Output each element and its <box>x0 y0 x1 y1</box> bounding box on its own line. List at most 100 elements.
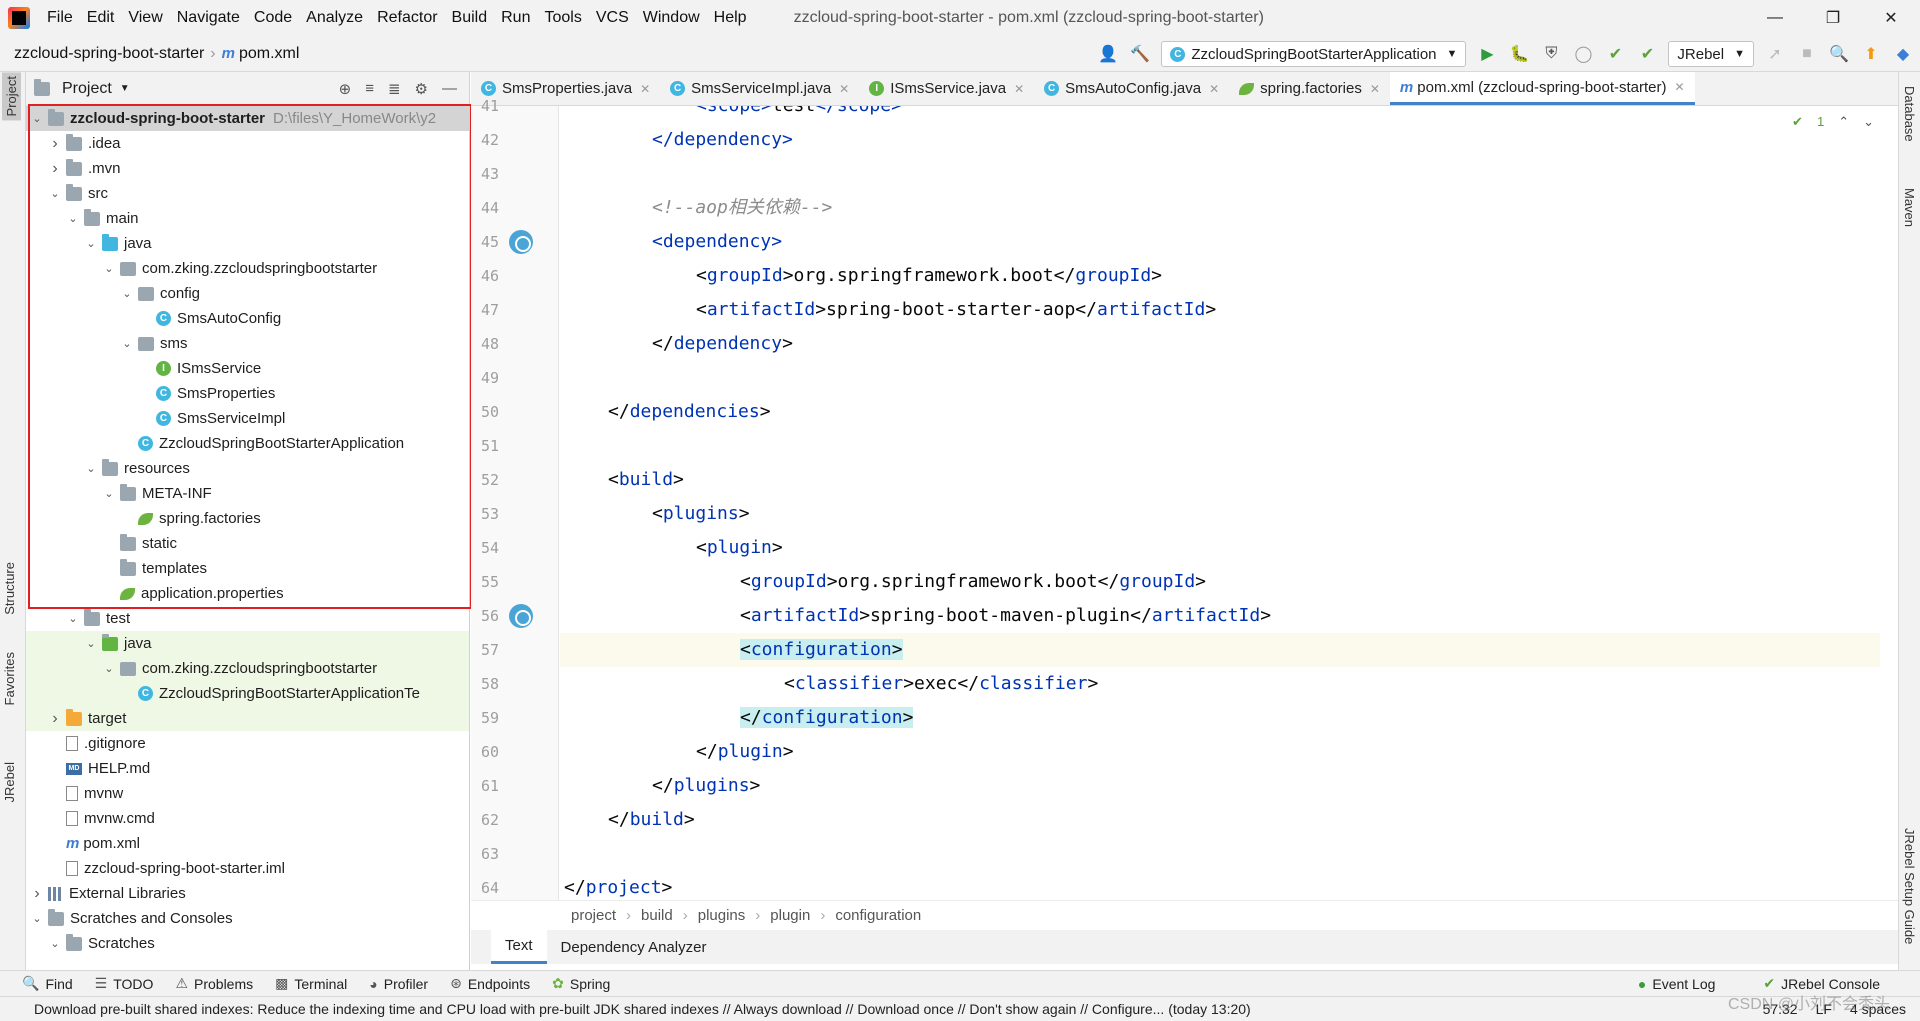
close-icon[interactable]: ✕ <box>1209 82 1219 96</box>
tree-node[interactable]: m pom.xml <box>26 831 469 856</box>
run-configuration-select[interactable]: C ZzcloudSpringBootStarterApplication ▼ <box>1161 41 1467 67</box>
tree-node[interactable]: ⌄ META-INF <box>26 481 469 506</box>
stripe-jrebel[interactable]: JRebel <box>2 762 17 802</box>
tree-node[interactable]: ⌄ com.zking.zzcloudspringbootstarter <box>26 256 469 281</box>
tool-todo[interactable]: ☰ TODO <box>95 975 154 992</box>
menu-run[interactable]: Run <box>494 0 537 36</box>
update-icon[interactable]: ➚ <box>1764 43 1786 65</box>
menu-help[interactable]: Help <box>707 0 754 36</box>
chevron-down-icon[interactable]: ⌄ <box>66 612 80 625</box>
tree-node[interactable]: I ISmsService <box>26 356 469 381</box>
stripe-jrebel-setup-guide[interactable]: JRebel Setup Guide <box>1902 828 1917 944</box>
close-icon[interactable]: ✕ <box>640 82 650 96</box>
hide-icon[interactable]: — <box>442 80 457 98</box>
editor-view-tab[interactable]: Dependency Analyzer <box>547 930 721 964</box>
tool-problems[interactable]: ⚠ Problems <box>175 975 253 992</box>
editor-tab[interactable]: C SmsProperties.java ✕ <box>471 72 660 105</box>
tree-node[interactable]: spring.factories <box>26 506 469 531</box>
status-message[interactable]: Download pre-built shared indexes: Reduc… <box>34 1001 1251 1017</box>
tree-node[interactable]: ⌄ src <box>26 181 469 206</box>
nav-file-crumb[interactable]: m pom.xml <box>222 45 300 63</box>
menu-navigate[interactable]: Navigate <box>170 0 247 36</box>
minimize-icon[interactable]: — <box>1746 0 1804 36</box>
chevron-down-icon[interactable]: ⌄ <box>48 187 62 200</box>
tree-node[interactable]: › .mvn <box>26 156 469 181</box>
menu-view[interactable]: View <box>121 0 169 36</box>
tree-node[interactable]: › External Libraries <box>26 881 469 906</box>
chevron-down-icon[interactable]: ⌄ <box>84 637 98 650</box>
updates-icon[interactable]: ⬆ <box>1860 43 1882 65</box>
tree-node[interactable]: ⌄ main <box>26 206 469 231</box>
build-hammer-icon[interactable]: 🔨 <box>1129 43 1151 65</box>
tree-node[interactable]: mvnw <box>26 781 469 806</box>
breadcrumb-item[interactable]: configuration <box>835 907 921 924</box>
menu-file[interactable]: File <box>40 0 80 36</box>
tree-node[interactable]: ⌄ com.zking.zzcloudspringbootstarter <box>26 656 469 681</box>
tool-event-log[interactable]: ● Event Log <box>1638 975 1716 992</box>
close-icon[interactable]: ✕ <box>839 82 849 96</box>
chevron-down-icon[interactable]: ⌄ <box>102 662 116 675</box>
stripe-structure[interactable]: Structure <box>2 562 17 615</box>
chevron-down-icon[interactable]: ▼ <box>120 83 130 94</box>
editor-tab[interactable]: spring.factories ✕ <box>1229 72 1390 105</box>
breadcrumb-item[interactable]: plugin <box>770 907 810 924</box>
collapse-all-icon[interactable]: ≣ <box>388 80 401 98</box>
tree-node[interactable]: MD HELP.md <box>26 756 469 781</box>
expand-all-icon[interactable]: ≡ <box>365 80 374 98</box>
stripe-project[interactable]: Project <box>2 72 21 121</box>
tree-node[interactable]: C SmsProperties <box>26 381 469 406</box>
close-icon[interactable]: ✕ <box>1014 82 1024 96</box>
tree-node[interactable]: zzcloud-spring-boot-starter.iml <box>26 856 469 881</box>
menu-window[interactable]: Window <box>636 0 707 36</box>
close-window-icon[interactable]: ✕ <box>1862 0 1920 36</box>
breadcrumb-item[interactable]: project <box>571 907 616 924</box>
editor-view-tab[interactable]: Text <box>491 930 547 964</box>
tree-node[interactable]: .gitignore <box>26 731 469 756</box>
tree-node[interactable]: C ZzcloudSpringBootStarterApplication <box>26 431 469 456</box>
editor-tab[interactable]: I ISmsService.java ✕ <box>859 72 1034 105</box>
chevron-down-icon[interactable]: ⌄ <box>102 262 116 275</box>
tree-node[interactable]: application.properties <box>26 581 469 606</box>
run-icon[interactable]: ▶ <box>1476 43 1498 65</box>
inspection-widget[interactable]: ✔ 1 ⌃ ⌄ <box>1792 114 1874 130</box>
tool-profiler[interactable]: ◕ Profiler <box>369 976 428 992</box>
chevron-down-icon[interactable]: ⌄ <box>120 287 134 300</box>
menu-build[interactable]: Build <box>445 0 495 36</box>
chevron-down-icon[interactable]: ⌄ <box>66 212 80 225</box>
menu-analyze[interactable]: Analyze <box>299 0 370 36</box>
editor-tab[interactable]: C SmsAutoConfig.java ✕ <box>1034 72 1229 105</box>
tool-terminal[interactable]: ▩ Terminal <box>275 975 347 992</box>
tree-node[interactable]: C SmsAutoConfig <box>26 306 469 331</box>
close-icon[interactable]: ✕ <box>1675 80 1685 94</box>
profile-icon[interactable]: ◯ <box>1572 43 1594 65</box>
stripe-database[interactable]: Database <box>1902 86 1917 142</box>
maven-override-marker-icon[interactable] <box>509 604 533 628</box>
tree-node[interactable]: ⌄ config <box>26 281 469 306</box>
chevron-up-icon[interactable]: ⌃ <box>1838 114 1849 130</box>
stripe-maven[interactable]: Maven <box>1902 188 1917 227</box>
chevron-down-icon[interactable]: ⌄ <box>1863 114 1874 130</box>
nav-project-crumb[interactable]: zzcloud-spring-boot-starter <box>0 45 204 63</box>
tool-find[interactable]: 🔍 Find <box>22 975 73 992</box>
search-icon[interactable]: 🔍 <box>1828 43 1850 65</box>
chevron-down-icon[interactable]: ⌄ <box>30 112 44 125</box>
tree-node[interactable]: ⌄ test <box>26 606 469 631</box>
chevron-right-icon[interactable]: › <box>48 135 62 153</box>
chevron-down-icon[interactable]: ⌄ <box>84 237 98 250</box>
project-panel-title[interactable]: Project <box>62 80 112 98</box>
toolbox-icon[interactable]: ◆ <box>1892 43 1914 65</box>
menu-edit[interactable]: Edit <box>80 0 122 36</box>
tree-node[interactable]: ⌄ Scratches <box>26 931 469 956</box>
tree-node[interactable]: templates <box>26 556 469 581</box>
breadcrumb-item[interactable]: plugins <box>698 907 746 924</box>
close-icon[interactable]: ✕ <box>1370 82 1380 96</box>
tree-node[interactable]: ⌄ java <box>26 631 469 656</box>
chevron-down-icon[interactable]: ⌄ <box>120 337 134 350</box>
chevron-right-icon[interactable]: › <box>48 160 62 178</box>
tree-node[interactable]: C ZzcloudSpringBootStarterApplicationTe <box>26 681 469 706</box>
locate-icon[interactable]: ⊕ <box>339 80 352 98</box>
menu-code[interactable]: Code <box>247 0 299 36</box>
code-editor[interactable]: <scope>test</scope> </dependency> <!--aop相… <box>560 106 1880 900</box>
tree-node[interactable]: ⌄ Scratches and Consoles <box>26 906 469 931</box>
tree-node[interactable]: C SmsServiceImpl <box>26 406 469 431</box>
